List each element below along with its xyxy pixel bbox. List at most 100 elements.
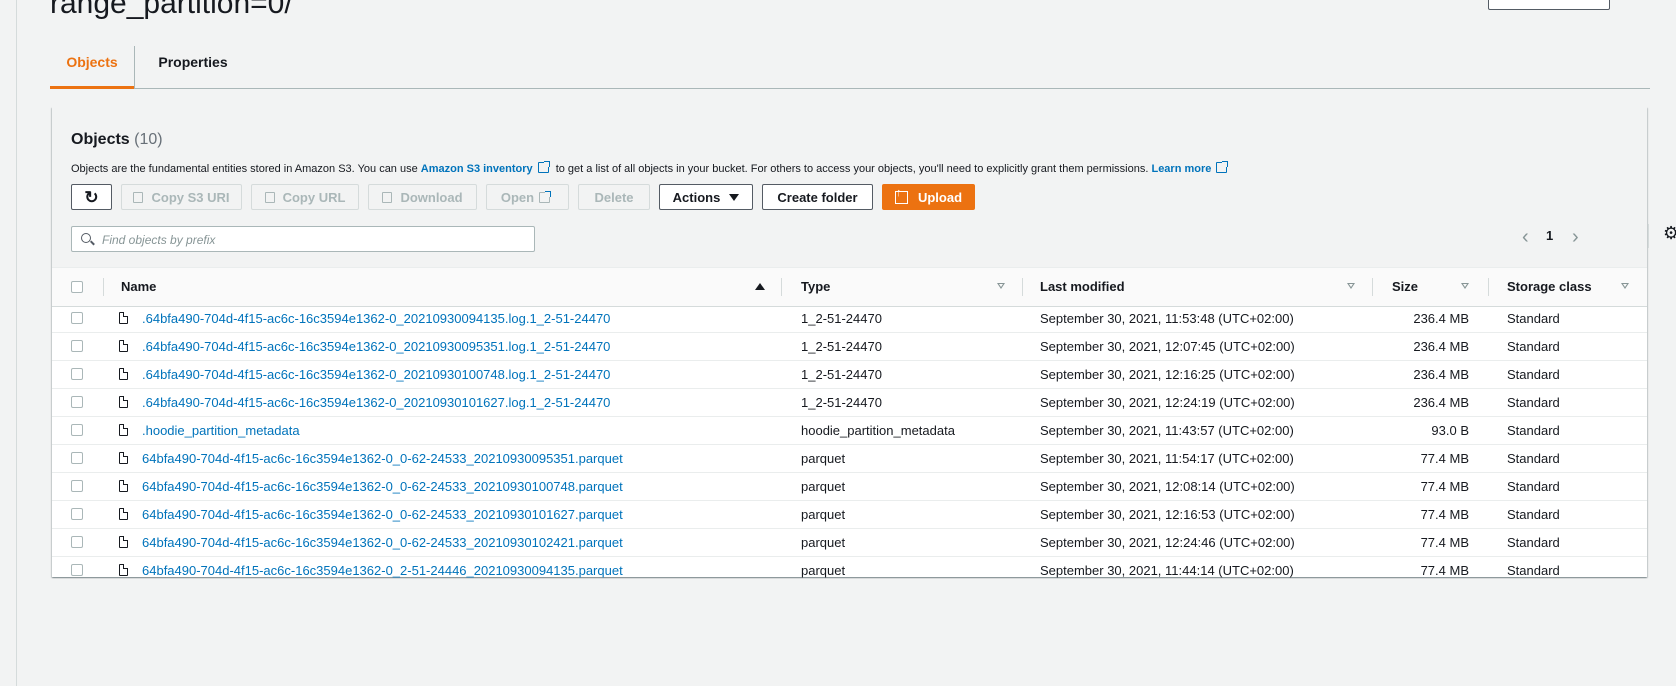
object-name-link[interactable]: 64bfa490-704d-4f15-ac6c-16c3594e1362-0_0…	[142, 529, 623, 556]
object-storage-class: Standard	[1507, 479, 1560, 494]
file-icon	[119, 311, 129, 324]
row-checkbox[interactable]	[71, 536, 83, 548]
open-button[interactable]: Open	[486, 184, 569, 210]
amazon-s3-inventory-link[interactable]: Amazon S3 inventory	[421, 163, 533, 175]
objects-panel-header: Objects (10) Objects are the fundamental…	[52, 107, 1676, 267]
row-checkbox[interactable]	[71, 564, 83, 576]
object-name-link[interactable]: .64bfa490-704d-4f15-ac6c-16c3594e1362-0_…	[142, 305, 610, 332]
refresh-icon: ↻	[84, 187, 99, 207]
gear-icon[interactable]: ⚙	[1663, 224, 1676, 242]
file-icon	[119, 339, 129, 352]
table-row[interactable]: 64bfa490-704d-4f15-ac6c-16c3594e1362-0_0…	[52, 529, 1647, 557]
table-row[interactable]: 64bfa490-704d-4f15-ac6c-16c3594e1362-0_0…	[52, 501, 1647, 529]
object-name-link[interactable]: .64bfa490-704d-4f15-ac6c-16c3594e1362-0_…	[142, 333, 610, 360]
object-size: 77.4 MB	[1420, 479, 1469, 494]
copy-s3-uri-header-button[interactable]	[1488, 0, 1610, 10]
object-size: 77.4 MB	[1420, 451, 1469, 466]
sort-icon[interactable]	[1621, 283, 1629, 289]
select-all-checkbox[interactable]	[71, 281, 83, 293]
column-header-name[interactable]: Name	[121, 268, 156, 306]
active-tab-indicator	[50, 86, 134, 89]
row-checkbox[interactable]	[71, 396, 83, 408]
object-name-link[interactable]: .64bfa490-704d-4f15-ac6c-16c3594e1362-0_…	[142, 361, 610, 388]
object-storage-class: Standard	[1507, 507, 1560, 522]
object-name-link[interactable]: 64bfa490-704d-4f15-ac6c-16c3594e1362-0_0…	[142, 445, 623, 472]
table-row[interactable]: .64bfa490-704d-4f15-ac6c-16c3594e1362-0_…	[52, 333, 1647, 361]
copy-s3-uri-button[interactable]: Copy S3 URI	[121, 184, 242, 210]
refresh-button[interactable]: ↻	[71, 184, 112, 210]
object-storage-class: Standard	[1507, 563, 1560, 578]
tab-divider	[134, 46, 135, 88]
table-row[interactable]: 64bfa490-704d-4f15-ac6c-16c3594e1362-0_0…	[52, 473, 1647, 501]
row-checkbox[interactable]	[71, 340, 83, 352]
object-size: 93.0 B	[1431, 423, 1469, 438]
objects-heading: Objects (10)	[71, 131, 163, 149]
copy-s3-uri-label: Copy S3 URI	[151, 189, 230, 205]
copy-url-button[interactable]: Copy URL	[251, 184, 359, 210]
external-link-icon	[539, 191, 552, 203]
object-size: 236.4 MB	[1413, 311, 1469, 326]
object-storage-class: Standard	[1507, 535, 1560, 550]
object-storage-class: Standard	[1507, 451, 1560, 466]
table-row[interactable]: 64bfa490-704d-4f15-ac6c-16c3594e1362-0_2…	[52, 557, 1647, 584]
table-row[interactable]: .64bfa490-704d-4f15-ac6c-16c3594e1362-0_…	[52, 361, 1647, 389]
object-last-modified: September 30, 2021, 11:53:48 (UTC+02:00)	[1040, 311, 1294, 326]
row-checkbox[interactable]	[71, 452, 83, 464]
create-folder-button[interactable]: Create folder	[762, 184, 873, 210]
object-size: 77.4 MB	[1420, 563, 1469, 578]
download-button[interactable]: Download	[368, 184, 477, 210]
chevron-left-icon[interactable]: ‹	[1522, 227, 1529, 247]
upload-button[interactable]: Upload	[882, 184, 975, 210]
caret-down-icon	[729, 193, 740, 201]
create-folder-label: Create folder	[777, 189, 858, 205]
sort-icon[interactable]	[997, 283, 1005, 289]
download-label: Download	[400, 189, 463, 205]
file-icon	[119, 395, 129, 408]
sort-icon[interactable]	[1347, 283, 1355, 289]
delete-label: Delete	[594, 189, 634, 205]
file-icon	[119, 423, 129, 436]
object-name-link[interactable]: .64bfa490-704d-4f15-ac6c-16c3594e1362-0_…	[142, 389, 610, 416]
file-icon	[119, 563, 129, 576]
actions-dropdown-button[interactable]: Actions	[659, 184, 753, 210]
column-divider	[103, 278, 104, 296]
object-name-link[interactable]: .hoodie_partition_metadata	[142, 417, 300, 444]
row-checkbox[interactable]	[71, 508, 83, 520]
column-divider	[1372, 278, 1373, 296]
open-label: Open	[500, 189, 535, 205]
object-type: 1_2-51-24470	[801, 395, 882, 410]
row-checkbox[interactable]	[71, 368, 83, 380]
row-checkbox[interactable]	[71, 312, 83, 324]
search-box	[71, 226, 535, 252]
object-last-modified: September 30, 2021, 12:24:19 (UTC+02:00)	[1040, 395, 1295, 410]
table-row[interactable]: .64bfa490-704d-4f15-ac6c-16c3594e1362-0_…	[52, 389, 1647, 417]
search-input[interactable]	[100, 231, 524, 249]
description-text-2: to get a list of all objects in your buc…	[552, 163, 1152, 175]
column-header-storage-class[interactable]: Storage class	[1507, 268, 1592, 306]
column-header-size[interactable]: Size	[1392, 268, 1418, 306]
table-header: Name Type Last modified Size Storage cla…	[52, 267, 1647, 307]
row-checkbox[interactable]	[71, 480, 83, 492]
sort-icon[interactable]	[1461, 283, 1469, 289]
copy-icon	[264, 191, 275, 203]
column-header-last-modified[interactable]: Last modified	[1040, 268, 1125, 306]
tab-properties[interactable]: Properties	[136, 46, 250, 88]
sort-ascending-icon[interactable]	[755, 283, 765, 290]
object-name-link[interactable]: 64bfa490-704d-4f15-ac6c-16c3594e1362-0_0…	[142, 501, 623, 528]
tab-objects[interactable]: Objects	[50, 46, 134, 88]
file-icon	[119, 507, 129, 520]
pagination-current-page[interactable]: 1	[1546, 228, 1553, 243]
table-row[interactable]: .64bfa490-704d-4f15-ac6c-16c3594e1362-0_…	[52, 305, 1647, 333]
object-storage-class: Standard	[1507, 395, 1560, 410]
object-name-link[interactable]: 64bfa490-704d-4f15-ac6c-16c3594e1362-0_2…	[142, 557, 623, 584]
column-header-type[interactable]: Type	[801, 268, 830, 306]
chevron-right-icon[interactable]: ›	[1572, 227, 1579, 247]
object-type: parquet	[801, 451, 846, 466]
object-name-link[interactable]: 64bfa490-704d-4f15-ac6c-16c3594e1362-0_0…	[142, 473, 623, 500]
table-row[interactable]: .hoodie_partition_metadata hoodie_partit…	[52, 417, 1647, 445]
objects-description: Objects are the fundamental entities sto…	[71, 161, 1231, 175]
learn-more-link[interactable]: Learn more	[1151, 163, 1211, 175]
row-checkbox[interactable]	[71, 424, 83, 436]
table-row[interactable]: 64bfa490-704d-4f15-ac6c-16c3594e1362-0_0…	[52, 445, 1647, 473]
delete-button[interactable]: Delete	[578, 184, 650, 210]
